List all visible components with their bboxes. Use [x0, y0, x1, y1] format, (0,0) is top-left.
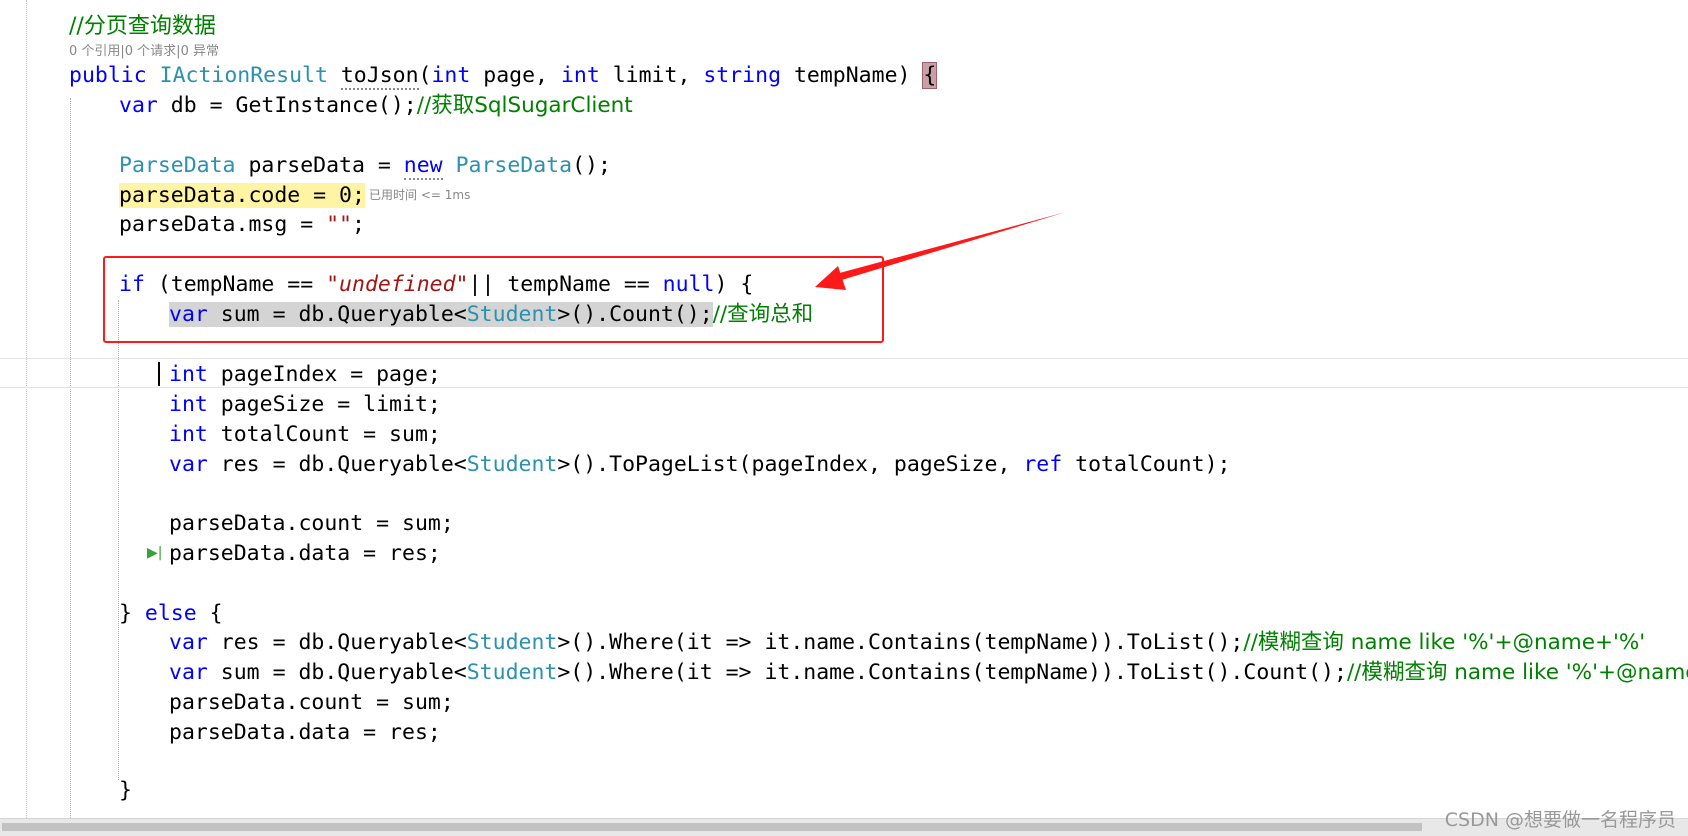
watermark: CSDN @想要做一名程序员: [1444, 809, 1676, 831]
annotation-arrow: [815, 212, 1066, 290]
code-editor[interactable]: //分页查询数据 0 个引用|0 个请求|0 异常 public IAction…: [0, 0, 1688, 822]
scrollbar-thumb[interactable]: [2, 823, 1422, 831]
